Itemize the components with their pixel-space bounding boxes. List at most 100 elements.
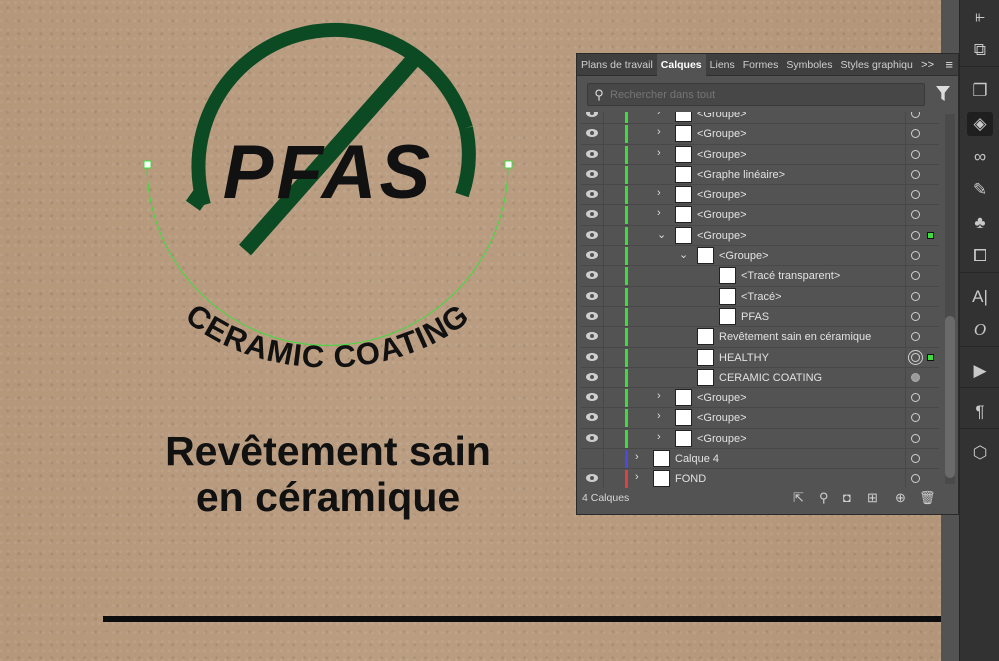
trash-icon[interactable]: 🗑 [919,490,936,506]
scrollbar[interactable] [945,114,955,484]
target-circle-icon[interactable] [911,393,920,403]
target-circle-icon[interactable] [911,352,920,362]
chevron-right-icon[interactable]: › [657,207,661,219]
actions-icon[interactable]: ▶ [960,354,999,387]
layer-name[interactable]: <Groupe> [697,433,747,445]
3d-icon[interactable]: ⬡ [960,436,999,469]
new-layer-icon[interactable]: ⊕ [895,490,906,506]
target-circle-icon[interactable] [911,454,920,464]
layer-row[interactable]: ⌄ <Groupe> [581,225,939,247]
eye-icon[interactable] [586,129,598,138]
eye-icon[interactable] [586,149,598,158]
layer-row[interactable]: › <Groupe> [581,205,939,226]
layer-row[interactable]: <Tracé> [581,286,939,307]
chevron-right-icon[interactable]: › [657,126,661,138]
layer-row[interactable]: <Graphe linéaire> [581,164,939,186]
target-circle-icon[interactable] [911,251,920,261]
clipping-mask-icon[interactable]: ◘ [843,490,851,505]
chevron-right-icon[interactable]: › [657,431,661,443]
tab-plans-de-travail[interactable]: Plans de travail [577,54,657,76]
layer-row[interactable]: CERAMIC COATING [581,367,939,389]
layer-name[interactable]: <Groupe> [697,230,747,242]
selection-indicator[interactable] [927,353,934,361]
new-sublayer-icon[interactable]: ⊞ [867,490,878,506]
chevron-right-icon[interactable]: › [657,187,661,199]
search-input[interactable] [610,88,910,101]
scrollbar-thumb[interactable] [945,316,955,478]
layer-name[interactable]: <Groupe> [697,209,747,221]
chevron-right-icon[interactable]: › [657,112,661,118]
target-circle-icon[interactable] [911,149,920,159]
eye-icon[interactable] [586,230,598,239]
character-icon[interactable]: A| [960,280,999,313]
layer-name[interactable]: PFAS [741,311,769,323]
artboards-icon[interactable]: ❐ [960,74,999,107]
target-circle-icon[interactable] [911,190,920,200]
tab-calques[interactable]: Calques [656,53,706,76]
target-circle-icon[interactable] [911,112,920,118]
layer-name[interactable]: <Groupe> [719,250,769,262]
layer-name[interactable]: CERAMIC COATING [719,372,822,384]
eye-icon[interactable] [586,372,598,381]
eye-icon[interactable] [586,190,598,199]
anchor-handle[interactable] [504,160,513,169]
target-circle-icon[interactable] [911,169,920,179]
layer-row[interactable]: <Tracé transparent> [581,266,939,287]
target-circle-icon[interactable] [911,474,920,484]
target-circle-icon[interactable] [911,433,920,443]
anchor-handle[interactable] [143,160,152,169]
target-circle-icon[interactable] [911,311,920,321]
layer-row[interactable]: › <Groupe> [581,144,939,165]
eye-icon[interactable] [586,169,598,178]
layer-name[interactable]: Revêtement sain en céramique [719,331,871,343]
chevron-right-icon[interactable]: › [635,471,639,483]
eye-icon[interactable] [586,271,598,280]
layer-name[interactable]: HEALTHY [719,352,769,364]
tab-symboles[interactable]: Symboles [782,54,836,76]
layer-row[interactable]: ⌄ <Groupe> [581,246,939,267]
layer-name[interactable]: <Tracé> [741,291,782,303]
tab-formes[interactable]: Formes [739,54,783,76]
layer-row[interactable]: › <Groupe> [581,112,939,125]
transform-icon[interactable]: ⧠ [960,239,999,272]
layer-row[interactable]: › <Groupe> [581,388,939,409]
chevron-right-icon[interactable]: › [635,451,639,463]
locate-object-icon[interactable]: ⚲ [819,490,829,506]
chevron-down-icon[interactable]: ⌄ [679,248,688,261]
chevron-right-icon[interactable]: › [657,410,661,422]
chevron-right-icon[interactable]: › [657,390,661,402]
target-circle-icon[interactable] [911,230,920,240]
layer-row[interactable]: › FOND [581,469,939,488]
chevron-down-icon[interactable]: ⌄ [657,228,666,241]
layer-row[interactable]: Revêtement sain en céramique [581,327,939,348]
layer-name[interactable]: FOND [675,473,706,485]
align-icon[interactable]: ⫦ [960,0,999,33]
layer-row[interactable]: › <Groupe> [581,408,939,429]
eye-icon[interactable] [586,474,598,483]
opentype-icon[interactable]: O [960,313,999,346]
layer-row[interactable]: › <Groupe> [581,124,939,145]
layer-name[interactable]: <Groupe> [697,189,747,201]
target-circle-icon[interactable] [911,129,920,139]
chevron-right-icon[interactable]: › [657,147,661,159]
layer-row[interactable]: › <Groupe> [581,428,939,450]
layer-search[interactable]: ⚲ [587,83,925,106]
layer-row[interactable]: › Calque 4 [581,449,939,470]
layer-name[interactable]: <Graphe linéaire> [697,169,785,181]
tab-liens[interactable]: Liens [706,54,739,76]
paragraph-icon[interactable]: ¶ [960,395,999,428]
more-tabs-button[interactable]: >> [921,54,934,76]
layer-name[interactable]: <Groupe> [697,112,747,120]
target-circle-icon[interactable] [911,372,920,382]
links-icon[interactable]: ∞ [960,140,999,173]
eye-icon[interactable] [586,352,598,361]
eye-icon[interactable] [586,210,598,219]
layer-name[interactable]: Calque 4 [675,453,719,465]
target-circle-icon[interactable] [911,271,920,281]
target-circle-icon[interactable] [911,413,920,423]
symbols-icon[interactable]: ♣ [960,206,999,239]
brushes-icon[interactable]: ✎ [960,173,999,206]
layer-name[interactable]: <Groupe> [697,149,747,161]
layer-row[interactable]: HEALTHY [581,347,939,368]
target-circle-icon[interactable] [911,291,920,301]
